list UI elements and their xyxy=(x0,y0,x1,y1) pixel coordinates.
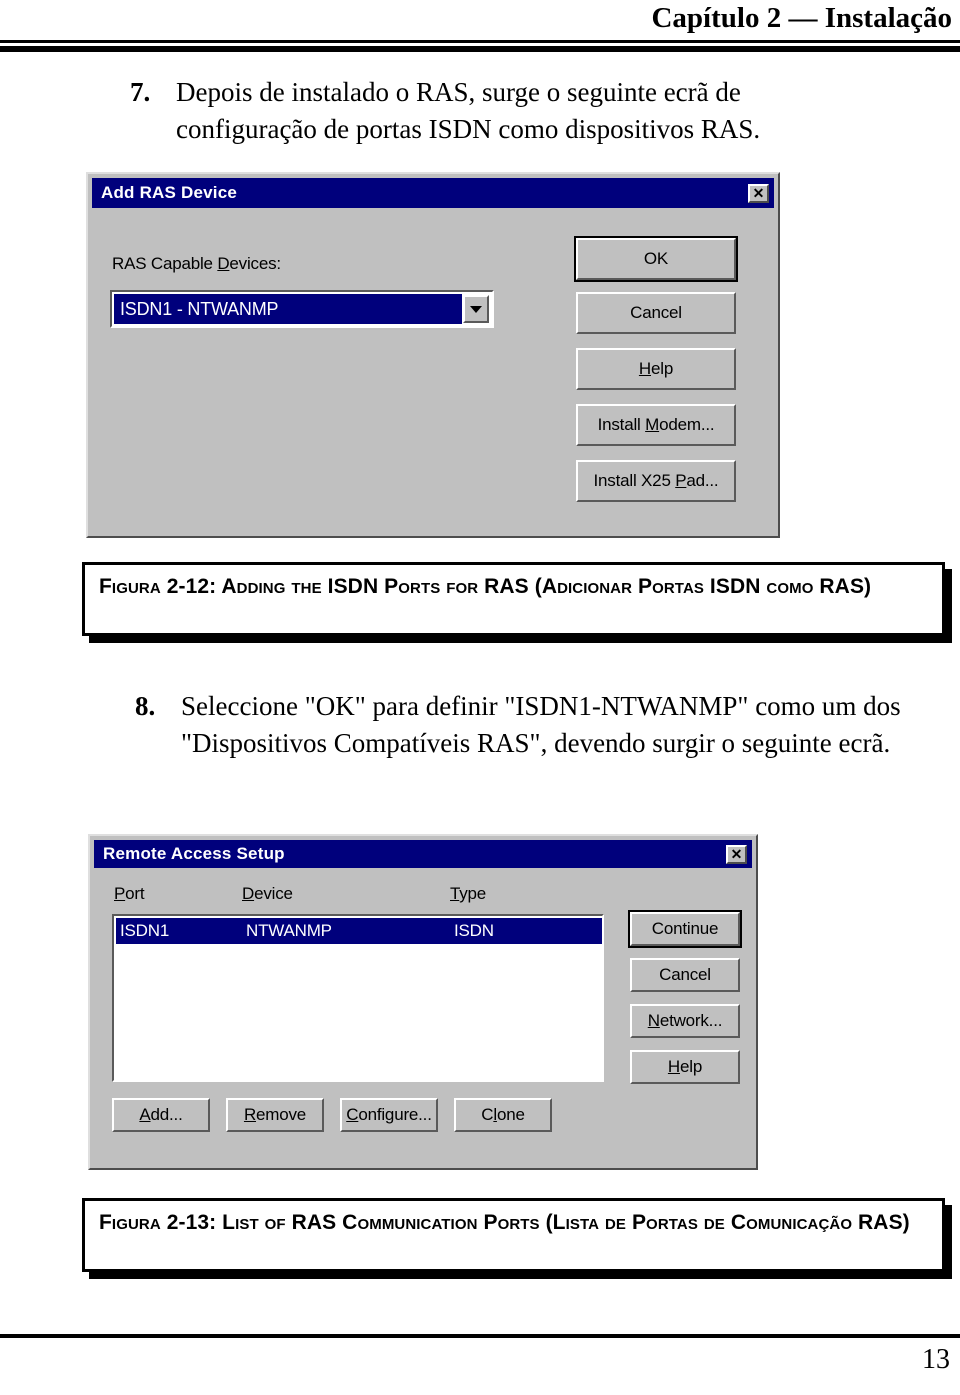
figure-caption-2-13-text: Figura 2-13: List of RAS Communication P… xyxy=(99,1211,910,1234)
titlebar-remote-access-setup[interactable]: Remote Access Setup ✕ xyxy=(94,840,752,868)
column-header-port[interactable]: Port xyxy=(114,884,145,904)
figure-caption-2-12-text: Figura 2-12: Adding the ISDN Ports for R… xyxy=(99,575,872,598)
combo-selected-value: ISDN1 - NTWANMP xyxy=(114,294,462,324)
close-icon[interactable]: ✕ xyxy=(726,844,747,864)
step-text: Depois de instalado o RAS, surge o segui… xyxy=(176,77,761,144)
page-header: Capítulo 2 — Instalação xyxy=(0,0,960,52)
ras-capable-devices-combo[interactable]: ISDN1 - NTWANMP xyxy=(110,290,494,328)
add-button[interactable]: Add... xyxy=(112,1098,210,1132)
cell-type: ISDN xyxy=(454,921,494,940)
page-number: 13 xyxy=(922,1344,950,1375)
cancel-button[interactable]: Cancel xyxy=(576,292,736,334)
configure-button[interactable]: Configure... xyxy=(340,1098,438,1132)
install-x25-pad-button[interactable]: Install X25 Pad... xyxy=(576,460,736,502)
dialog-title: Remote Access Setup xyxy=(103,844,285,863)
close-icon[interactable]: ✕ xyxy=(748,183,769,203)
ok-button[interactable]: OK xyxy=(574,236,738,282)
step-number: 8. xyxy=(135,691,156,721)
footer-rule xyxy=(0,1334,960,1338)
column-header-type[interactable]: Type xyxy=(450,884,486,904)
step-item-7: 7. Depois de instalado o RAS, surge o se… xyxy=(130,74,920,148)
header-rule-thick xyxy=(0,46,960,52)
cell-device: NTWANMP xyxy=(246,921,332,940)
clone-button[interactable]: Clone xyxy=(454,1098,552,1132)
figure-caption-2-13: Figura 2-13: List of RAS Communication P… xyxy=(82,1198,945,1272)
help-button[interactable]: Help xyxy=(576,348,736,390)
figure-caption-2-12: Figura 2-12: Adding the ISDN Ports for R… xyxy=(82,562,945,636)
dialog-remote-access-setup: Remote Access Setup ✕ Port Device Type I… xyxy=(88,834,758,1170)
column-header-device[interactable]: Device xyxy=(242,884,293,904)
table-row[interactable]: ISDN1 NTWANMP ISDN xyxy=(116,918,602,944)
remove-button[interactable]: Remove xyxy=(226,1098,324,1132)
titlebar-add-ras-device[interactable]: Add RAS Device ✕ xyxy=(92,178,774,208)
cancel-button[interactable]: Cancel xyxy=(630,958,740,992)
continue-button[interactable]: Continue xyxy=(628,910,742,948)
cell-port: ISDN1 xyxy=(120,921,170,940)
install-modem-button[interactable]: Install Modem... xyxy=(576,404,736,446)
ras-capable-devices-label: RAS Capable Devices: xyxy=(112,254,281,273)
dialog-add-ras-device: Add RAS Device ✕ RAS Capable Devices: IS… xyxy=(86,172,780,538)
help-button[interactable]: Help xyxy=(630,1050,740,1084)
dialog-title: Add RAS Device xyxy=(101,183,238,202)
chevron-down-icon[interactable] xyxy=(463,295,489,323)
step-text: Seleccione "OK" para definir "ISDN1-NTWA… xyxy=(181,691,901,758)
step-item-8: 8. Seleccione "OK" para definir "ISDN1-N… xyxy=(135,688,935,762)
step-number: 7. xyxy=(130,77,151,107)
ports-listview[interactable]: ISDN1 NTWANMP ISDN xyxy=(112,914,604,1082)
network-button[interactable]: Network... xyxy=(630,1004,740,1038)
chapter-title: Capítulo 2 — Instalação xyxy=(651,2,952,34)
